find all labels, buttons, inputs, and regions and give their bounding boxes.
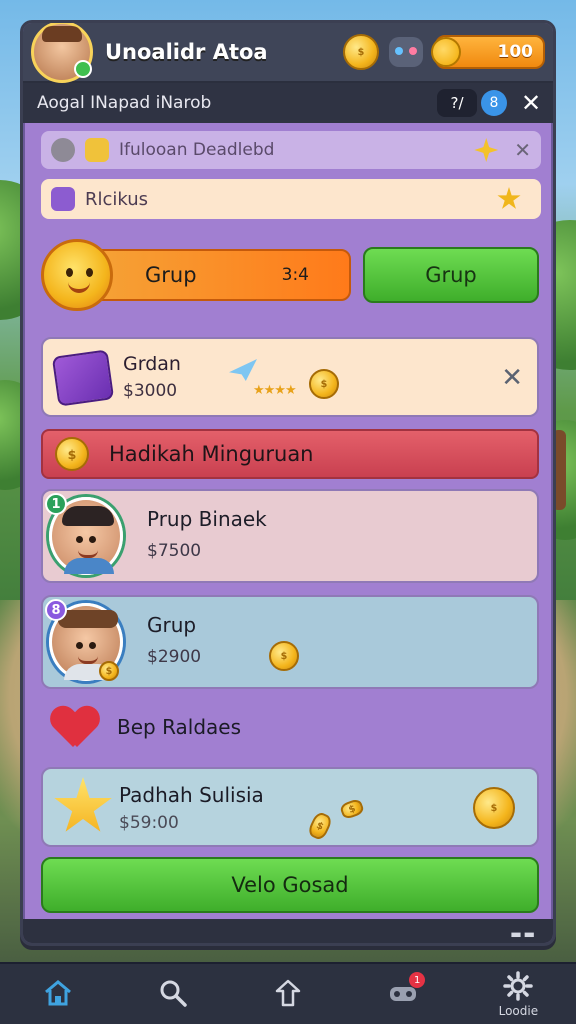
currency-pill[interactable]: 100 [431, 35, 545, 69]
gift-box-icon [51, 349, 115, 407]
mail-icon [51, 187, 75, 211]
online-status-dot [74, 60, 92, 78]
star-icon [54, 777, 112, 832]
coin-icon [309, 369, 339, 399]
rating-stars: ★★★★ [253, 383, 297, 398]
star-card-price: $59:00 [119, 813, 179, 833]
section-title: Bep Raldaes [117, 715, 242, 739]
bundle-name: Grdan [123, 353, 181, 375]
player-price: $7500 [147, 541, 202, 561]
group-progress-button[interactable]: Grup 3:4 [81, 249, 351, 301]
bottom-tab-bar: 1 Loodie [0, 962, 576, 1024]
help-chip[interactable]: ?/ [437, 89, 477, 117]
reward-banner[interactable]: Hadikah Minguruan [41, 429, 539, 479]
sparkle-icon [474, 138, 499, 162]
sun-mascot-icon [41, 239, 113, 311]
tab-label: Loodie [498, 1004, 539, 1018]
coin-icon[interactable] [343, 34, 379, 70]
gift-icon [85, 138, 109, 162]
rank-badge: 8 [45, 599, 67, 621]
rank-badge: 1 [45, 493, 67, 515]
coin-icon [473, 787, 515, 829]
coin-icon [269, 641, 299, 671]
search-icon [160, 980, 187, 1007]
upload-icon [275, 979, 301, 1007]
player-name: Prup Binaek [147, 507, 267, 531]
profile-avatar[interactable] [31, 23, 93, 83]
group-progress-label: Grup [145, 263, 197, 287]
more-indicator: ▬▬ [510, 927, 537, 941]
star-card-name: Padhah Sulisia [119, 783, 264, 807]
player-name: Grup [147, 613, 197, 637]
header-bar: Unoalidr Atoa 100 [23, 23, 553, 83]
tab-home[interactable] [18, 966, 98, 1022]
close-bundle-button[interactable]: ✕ [501, 363, 523, 393]
main-panel: Unoalidr Atoa 100 Aogal INapad iNarob ?/… [20, 20, 556, 946]
heart-icon [51, 703, 99, 751]
currency-amount: 100 [497, 42, 534, 62]
notification-badge: 1 [409, 972, 426, 988]
player-card-1[interactable]: 1 Prup Binaek $7500 [41, 489, 539, 583]
panel-footer: ▬▬ [23, 919, 553, 943]
bundle-price: $3000 [123, 381, 178, 401]
dismiss-notice-button[interactable]: ✕ [514, 138, 531, 162]
close-panel-button[interactable]: ✕ [519, 89, 543, 117]
group-action-row: Grup 3:4 Grup [41, 239, 541, 311]
gear-icon [503, 971, 534, 1001]
gamepad-icon[interactable] [389, 37, 423, 67]
info-badge[interactable]: 8 [481, 90, 507, 116]
notice-row-1[interactable]: Ifulooan Deadlebd ✕ [41, 131, 541, 169]
reward-banner-text: Hadikah Minguruan [109, 442, 314, 466]
coin-icon [99, 661, 119, 681]
notice-text-2: Rlcikus [85, 188, 149, 210]
tab-upload[interactable] [248, 966, 328, 1022]
primary-action-button[interactable]: Velo Gosad [41, 857, 539, 913]
player-card-2[interactable]: 8 Grup $2900 [41, 595, 539, 689]
notice-text-1: Ifulooan Deadlebd [119, 140, 275, 160]
coin-icon [55, 437, 89, 471]
info-text: Aogal INapad iNarob [37, 93, 212, 113]
player-price: $2900 [147, 647, 202, 667]
star-reward-card[interactable]: Padhah Sulisia $59:00 [41, 767, 539, 847]
star-badge-icon [497, 187, 521, 209]
group-join-button[interactable]: Grup [363, 247, 539, 303]
coin-icon [338, 797, 366, 821]
group-progress-value: 3:4 [281, 265, 309, 285]
tab-search[interactable] [133, 966, 213, 1022]
paper-plane-icon [229, 359, 257, 381]
info-bar: Aogal INapad iNarob ?/ 8 ✕ [23, 83, 553, 123]
piggy-bank-icon [431, 37, 461, 67]
timer-icon [51, 138, 75, 162]
tab-games[interactable]: 1 [363, 966, 443, 1022]
section-header: Bep Raldaes [51, 699, 241, 755]
player-title: Unoalidr Atoa [105, 40, 268, 64]
tab-settings[interactable]: Loodie [478, 966, 558, 1022]
notice-row-2[interactable]: Rlcikus [41, 179, 541, 219]
home-icon [44, 980, 71, 1006]
coin-icon [306, 810, 334, 842]
bundle-card[interactable]: Grdan $3000 ★★★★ ✕ [41, 337, 539, 417]
